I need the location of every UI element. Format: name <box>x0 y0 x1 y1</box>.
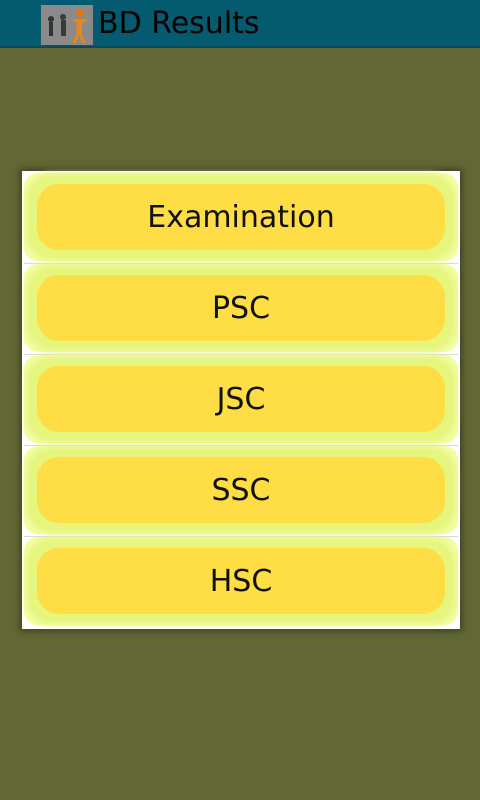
exam-menu-card: Examination PSC JSC SSC HSC <box>22 171 460 629</box>
hsc-button[interactable]: HSC <box>37 548 445 614</box>
app-logo-icon[interactable] <box>41 5 93 45</box>
title-bar: BD Results <box>0 0 480 48</box>
menu-row-jsc: JSC <box>24 355 458 443</box>
psc-button[interactable]: PSC <box>37 275 445 341</box>
menu-row-examination: Examination <box>24 173 458 261</box>
menu-row-hsc: HSC <box>24 537 458 625</box>
app-title: BD Results <box>98 6 260 41</box>
examination-button[interactable]: Examination <box>37 184 445 250</box>
menu-row-ssc: SSC <box>24 446 458 534</box>
menu-row-psc: PSC <box>24 264 458 352</box>
ssc-button[interactable]: SSC <box>37 457 445 523</box>
jsc-button[interactable]: JSC <box>37 366 445 432</box>
